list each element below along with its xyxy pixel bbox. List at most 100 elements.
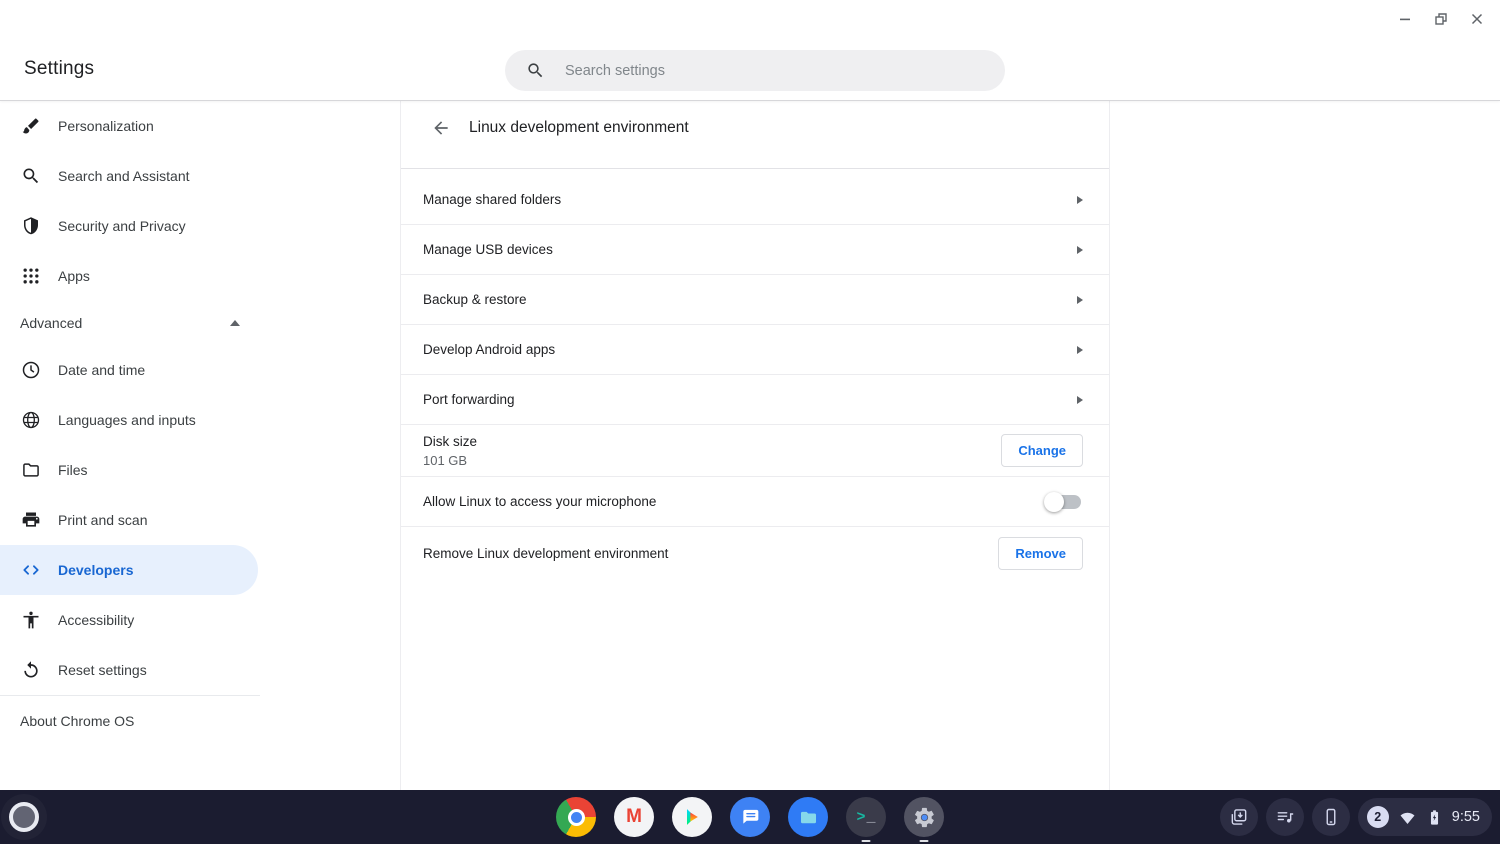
folder-shape — [798, 807, 819, 828]
advanced-label: Advanced — [20, 315, 230, 331]
row-label: Develop Android apps — [423, 342, 1077, 357]
chevron-right-icon — [1077, 196, 1083, 204]
row-label: Manage USB devices — [423, 242, 1077, 257]
row-manage-shared-folders[interactable]: Manage shared folders — [401, 175, 1109, 225]
microphone-toggle[interactable] — [1047, 495, 1081, 509]
sidebar-advanced-toggle[interactable]: Advanced — [0, 301, 400, 345]
sidebar-item-label: Reset settings — [58, 662, 147, 678]
shelf: M > _ — [0, 790, 1500, 844]
row-label: Manage shared folders — [423, 192, 1077, 207]
screen-capture-button[interactable] — [1220, 798, 1258, 836]
sidebar-item-accessibility[interactable]: Accessibility — [0, 595, 400, 645]
sidebar-item-search-and-assistant[interactable]: Search and Assistant — [0, 151, 400, 201]
disk-size-label: Disk size — [423, 434, 1001, 449]
sidebar: Personalization Search and Assistant Sec… — [0, 101, 400, 790]
battery-charging-icon — [1426, 808, 1443, 827]
sidebar-item-label: Personalization — [58, 118, 154, 134]
search-input[interactable]: Search settings — [505, 50, 1005, 91]
folder-icon — [20, 459, 42, 481]
play-store-icon[interactable] — [672, 797, 712, 837]
caret-up-icon — [230, 320, 240, 326]
globe-icon — [20, 409, 42, 431]
chrome-icon[interactable] — [556, 797, 596, 837]
app-header: Settings Search settings — [0, 0, 1500, 101]
disk-size-value: 101 GB — [423, 453, 1001, 468]
brush-icon — [20, 115, 42, 137]
settings-icon[interactable] — [904, 797, 944, 837]
row-disk-size: Disk size 101 GB Change — [401, 425, 1109, 477]
reset-icon — [20, 659, 42, 681]
remove-linux-button[interactable]: Remove — [998, 537, 1083, 570]
sidebar-item-developers[interactable]: Developers — [0, 545, 258, 595]
row-develop-android-apps[interactable]: Develop Android apps — [401, 325, 1109, 375]
magnifier-icon — [526, 61, 545, 80]
sidebar-item-label: Search and Assistant — [58, 168, 190, 184]
right-filler — [1110, 101, 1500, 790]
phone-hub-button[interactable] — [1312, 798, 1350, 836]
sidebar-item-print-and-scan[interactable]: Print and scan — [0, 495, 400, 545]
media-controls-icon — [1275, 807, 1295, 827]
files-icon[interactable] — [788, 797, 828, 837]
back-arrow-icon[interactable] — [430, 117, 452, 139]
play-triangle — [682, 807, 702, 827]
app-title: Settings — [24, 58, 94, 80]
search-placeholder: Search settings — [565, 63, 665, 79]
microphone-label: Allow Linux to access your microphone — [423, 494, 1047, 509]
sidebar-item-label: Developers — [58, 562, 133, 578]
main-area: Personalization Search and Assistant Sec… — [0, 101, 1500, 790]
sidebar-item-label: Date and time — [58, 362, 145, 378]
chevron-right-icon — [1077, 296, 1083, 304]
sidebar-item-personalization[interactable]: Personalization — [0, 101, 400, 151]
printer-icon — [20, 509, 42, 531]
terminal-cursor-glyph: _ — [867, 809, 876, 826]
code-icon — [20, 559, 42, 581]
gmail-icon[interactable]: M — [614, 797, 654, 837]
row-port-forwarding[interactable]: Port forwarding — [401, 375, 1109, 425]
row-label: Backup & restore — [423, 292, 1077, 307]
sidebar-item-label: Accessibility — [58, 612, 134, 628]
launcher-button[interactable] — [9, 802, 39, 832]
close-button[interactable] — [1466, 8, 1488, 30]
search-icon — [20, 165, 42, 187]
terminal-icon[interactable]: > _ — [846, 797, 886, 837]
status-tray[interactable]: 2 9:55 — [1358, 798, 1492, 836]
sidebar-item-apps[interactable]: Apps — [0, 251, 400, 301]
panel-header: Linux development environment — [401, 101, 1109, 169]
gear-glyph — [913, 806, 936, 829]
change-disk-size-button[interactable]: Change — [1001, 434, 1083, 467]
minimize-button[interactable] — [1394, 8, 1416, 30]
row-remove-linux: Remove Linux development environment Rem… — [401, 527, 1109, 579]
row-manage-usb-devices[interactable]: Manage USB devices — [401, 225, 1109, 275]
sidebar-item-date-and-time[interactable]: Date and time — [0, 345, 400, 395]
chevron-right-icon — [1077, 396, 1083, 404]
row-microphone-access: Allow Linux to access your microphone — [401, 477, 1109, 527]
restore-button[interactable] — [1430, 8, 1452, 30]
apps-grid-icon — [20, 265, 42, 287]
chat-bubble — [740, 807, 760, 827]
chevron-right-icon — [1077, 246, 1083, 254]
sidebar-item-about-chrome-os[interactable]: About Chrome OS — [0, 696, 400, 746]
sidebar-item-security-and-privacy[interactable]: Security and Privacy — [0, 201, 400, 251]
sidebar-item-files[interactable]: Files — [0, 445, 400, 495]
sidebar-item-label: Languages and inputs — [58, 412, 196, 428]
screen-capture-icon — [1229, 807, 1249, 827]
clock-time: 9:55 — [1452, 809, 1480, 825]
toggle-knob — [1044, 492, 1064, 512]
media-controls-button[interactable] — [1266, 798, 1304, 836]
sidebar-item-languages-and-inputs[interactable]: Languages and inputs — [0, 395, 400, 445]
messages-icon[interactable] — [730, 797, 770, 837]
sidebar-item-label: Apps — [58, 268, 90, 284]
row-backup-and-restore[interactable]: Backup & restore — [401, 275, 1109, 325]
wifi-icon — [1398, 808, 1417, 827]
accessibility-icon — [20, 609, 42, 631]
shelf-apps: M > _ — [556, 797, 944, 837]
phone-hub-icon — [1321, 807, 1341, 827]
notification-count-badge: 2 — [1367, 806, 1389, 828]
linux-settings-panel: Linux development environment Manage sha… — [400, 101, 1110, 790]
remove-linux-label: Remove Linux development environment — [423, 546, 998, 561]
sidebar-item-label: Files — [58, 462, 88, 478]
sidebar-item-reset-settings[interactable]: Reset settings — [0, 645, 400, 695]
shield-icon — [20, 215, 42, 237]
terminal-prompt-glyph: > — [856, 809, 865, 826]
clock-icon — [20, 359, 42, 381]
